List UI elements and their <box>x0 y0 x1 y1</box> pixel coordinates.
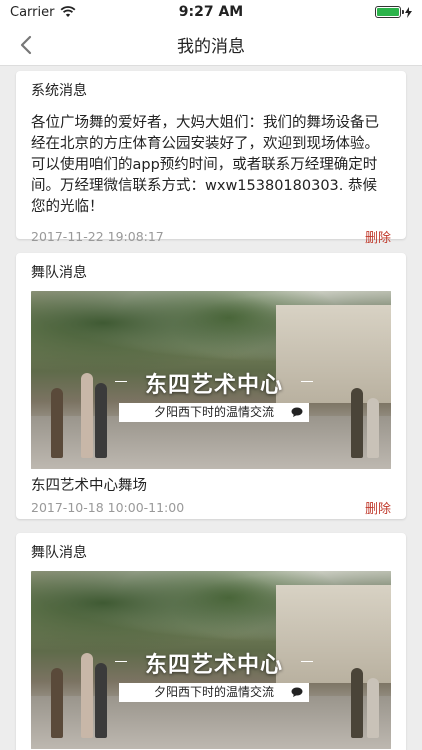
battery-icon <box>375 6 404 18</box>
card-footer: 2017-11-22 19:08:17 删除 <box>31 226 391 246</box>
card-title: 舞队消息 <box>31 265 87 281</box>
system-message-card[interactable]: 系统消息 各位广场舞的爱好者，大妈大姐们：我们的舞场设备已经在北京的方庄体育公园… <box>16 71 406 246</box>
card-footer: 2017-10-18 10:00-11:00 删除 <box>31 497 391 517</box>
wifi-icon <box>61 6 76 17</box>
card-title: 舞队消息 <box>31 545 87 561</box>
nav-bar: 我的消息 <box>0 24 422 66</box>
back-button[interactable] <box>14 32 38 58</box>
message-list[interactable]: 系统消息 各位广场舞的爱好者，大妈大姐们：我们的舞场设备已经在北京的方庄体育公园… <box>0 66 422 750</box>
carrier-label: Carrier <box>10 4 55 20</box>
delete-button[interactable]: 删除 <box>365 227 391 246</box>
card-title: 系统消息 <box>31 83 87 99</box>
status-bar: Carrier 9:27 AM <box>0 0 422 24</box>
banner-subtitle: 夕阳西下时的温情交流 <box>119 403 309 422</box>
banner-subtitle: 夕阳西下时的温情交流 <box>119 683 309 702</box>
banner-title: 东四艺术中心 <box>115 367 313 399</box>
status-right <box>375 6 412 18</box>
charging-bolt-icon <box>405 6 412 18</box>
speech-bubble-icon <box>291 407 303 417</box>
banner-image[interactable]: 东四艺术中心 夕阳西下时的温情交流 <box>31 291 391 469</box>
banner-title: 东四艺术中心 <box>115 647 313 679</box>
team-message-card[interactable]: 舞队消息 东四艺术中心 夕阳西下时的温情交流 东四艺术中心舞场 2017-10-… <box>16 253 406 519</box>
banner-caption: 东四艺术中心 夕阳西下时的温情交流 <box>115 367 313 422</box>
venue-name: 东四艺术中心舞场 <box>31 478 147 494</box>
message-time: 2017-10-18 10:00-11:00 <box>31 499 185 515</box>
banner-image[interactable]: 东四艺术中心 夕阳西下时的温情交流 <box>31 571 391 749</box>
page-title: 我的消息 <box>177 37 245 57</box>
message-time: 2017-11-22 19:08:17 <box>31 228 164 244</box>
message-body: 各位广场舞的爱好者，大妈大姐们：我们的舞场设备已经在北京的方庄体育公园安装好了，… <box>31 115 379 215</box>
status-left: Carrier <box>10 5 76 20</box>
chevron-left-icon <box>20 35 32 55</box>
banner-caption: 东四艺术中心 夕阳西下时的温情交流 <box>115 647 313 702</box>
delete-button[interactable]: 删除 <box>365 498 391 517</box>
speech-bubble-icon <box>291 687 303 697</box>
team-message-card[interactable]: 舞队消息 东四艺术中心 夕阳西下时的温情交流 <box>16 533 406 750</box>
